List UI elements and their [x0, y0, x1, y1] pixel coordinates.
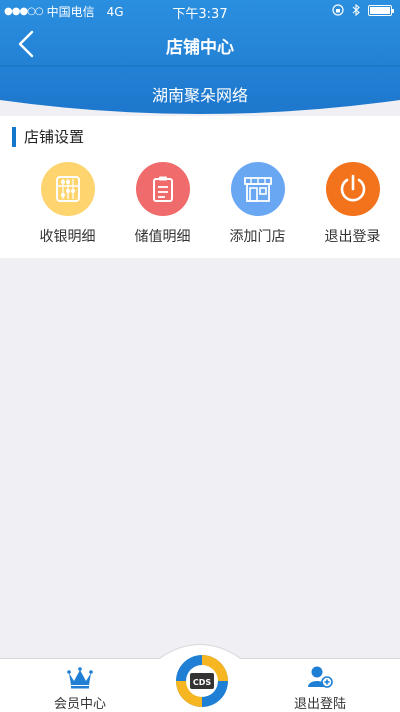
page-title: 店铺中心 — [166, 38, 234, 58]
clipboard-icon — [152, 176, 173, 202]
battery-icon — [368, 4, 394, 16]
action-circle[interactable] — [325, 162, 380, 216]
user-logout-icon — [308, 666, 333, 688]
status-bar: ●●●○○ 中国电信 4G 下午3:37 — [0, 0, 400, 22]
action-add-store[interactable]: 添加门店 — [210, 162, 305, 246]
action-cashier-details[interactable]: 收银明细 — [20, 162, 115, 246]
tab-icon-wrap — [307, 663, 333, 689]
crown-icon — [67, 667, 93, 689]
status-right — [332, 4, 394, 16]
rotation-lock-icon — [332, 4, 344, 16]
section-title: 店铺设置 — [24, 128, 85, 146]
store-name: 湖南聚朵网络 — [151, 86, 248, 105]
section-accent-bar — [12, 126, 16, 147]
action-label[interactable]: 储值明细 — [135, 226, 191, 246]
action-circle[interactable] — [230, 162, 285, 216]
section-header: 店铺设置 — [12, 126, 84, 147]
power-icon — [340, 174, 365, 202]
logo-text: CDS — [193, 678, 212, 687]
tab-logout[interactable]: 退出登陆 — [260, 659, 380, 712]
action-logout[interactable]: 退出登录 — [305, 162, 400, 246]
tab-icon-wrap — [67, 663, 93, 689]
action-grid: 收银明细 储值明细 添加门店 退出登录 — [0, 162, 400, 246]
storefront-icon — [243, 177, 272, 202]
bluetooth-icon — [352, 4, 360, 16]
abacus-icon — [55, 176, 80, 202]
header: ●●●○○ 中国电信 4G 下午3:37 店铺中心 湖南聚朵网络 — [0, 0, 400, 116]
tab-label[interactable]: 退出登陆 — [294, 693, 346, 712]
action-label[interactable]: 收银明细 — [40, 226, 96, 246]
action-circle[interactable] — [135, 162, 190, 216]
action-label[interactable]: 退出登录 — [325, 226, 381, 246]
action-label[interactable]: 添加门店 — [230, 226, 286, 246]
navigation-bar: 店铺中心 — [0, 22, 400, 66]
app-logo-button[interactable]: CDS — [175, 654, 229, 708]
tab-member-center[interactable]: 会员中心 — [20, 659, 140, 712]
store-settings-panel: 店铺设置 收银明细 储值明细 添加门店 退出登录 — [0, 116, 400, 258]
action-stored-value-details[interactable]: 储值明细 — [115, 162, 210, 246]
action-circle[interactable] — [40, 162, 95, 216]
tab-label[interactable]: 会员中心 — [54, 693, 106, 712]
